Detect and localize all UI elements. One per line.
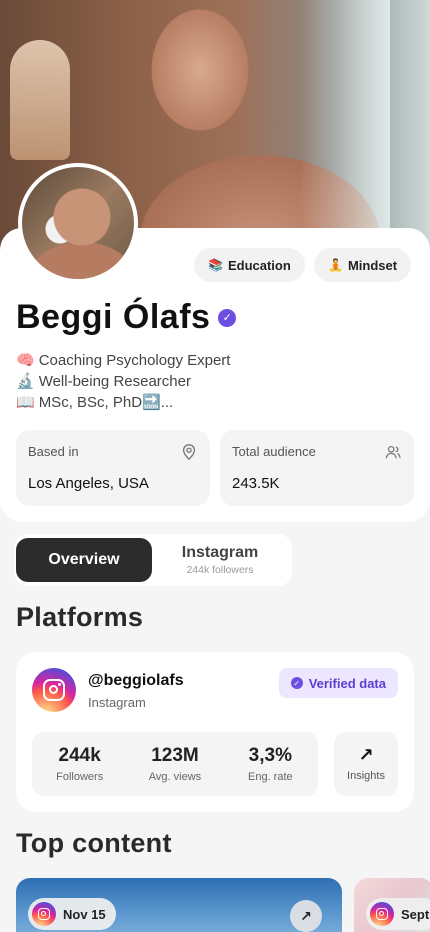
profile-name-text: Beggi Ólafs	[16, 298, 211, 336]
platform-card-instagram[interactable]: @beggiolafs Instagram ✓ Verified data 24…	[16, 652, 414, 812]
based-in-label: Based in	[28, 444, 79, 459]
chip-mindset-label: Mindset	[347, 257, 398, 273]
metric-label: Followers	[56, 771, 104, 783]
bio-text: Well-being Researcher	[38, 373, 191, 390]
instagram-icon	[32, 902, 56, 926]
microscope-icon: 🔬	[16, 373, 35, 390]
metric-value: 244k	[58, 745, 101, 766]
tab-instagram-label: Instagram	[181, 544, 259, 561]
chip-education[interactable]: 📚 Education	[194, 248, 305, 282]
books-icon: 📚	[208, 258, 223, 272]
cover-photo-window	[10, 40, 70, 160]
chip-mindset[interactable]: 🧘 Mindset	[314, 248, 412, 282]
platform-handle: @beggiolafs	[88, 672, 184, 689]
metric-eng-rate: 3,3% Eng. rate	[223, 732, 318, 796]
based-in-value: Los Angeles, USA	[28, 475, 149, 492]
cover-photo-light	[300, 0, 390, 260]
brain-icon: 🧠	[16, 352, 35, 369]
content-date-chip: Sept	[366, 898, 430, 930]
arrow-up-right-icon: ↗	[358, 745, 374, 765]
instagram-icon	[32, 668, 76, 712]
users-icon	[385, 445, 401, 459]
audience-label: Total audience	[232, 444, 316, 459]
audience-box: Total audience 243.5K	[220, 430, 414, 506]
content-date-chip: Nov 15	[28, 898, 116, 930]
insights-button[interactable]: ↗ Insights	[334, 732, 398, 796]
based-in-box: Based in Los Angeles, USA	[16, 430, 210, 506]
verified-data-badge: ✓ Verified data	[278, 668, 398, 698]
location-pin-icon	[182, 444, 196, 461]
profile-name: Beggi Ólafs ✓	[16, 298, 237, 337]
content-card[interactable]: Nov 15 ↗	[16, 878, 342, 932]
platforms-title: Platforms	[16, 602, 144, 632]
insights-label: Insights	[347, 770, 385, 782]
platform-metrics: 244k Followers 123M Avg. views 3,3% Eng.…	[32, 732, 318, 796]
metric-avg-views: 123M Avg. views	[127, 732, 222, 796]
platform-network: Instagram	[88, 695, 146, 710]
content-date: Sept	[401, 906, 430, 922]
bio-line: 🧠 Coaching Psychology Expert	[16, 350, 230, 371]
verified-check-icon: ✓	[290, 677, 303, 689]
metric-label: Eng. rate	[248, 771, 293, 783]
instagram-icon	[370, 902, 394, 926]
metric-label: Avg. views	[148, 771, 202, 783]
profile-tabs: Overview Instagram 244k followers	[14, 534, 292, 586]
book-icon: 📖	[16, 394, 35, 411]
verified-icon: ✓	[218, 308, 237, 327]
top-content-title: Top content	[16, 828, 172, 858]
avatar[interactable]	[18, 163, 138, 283]
metric-followers: 244k Followers	[32, 732, 127, 796]
tab-instagram-sub: 244k followers	[186, 564, 254, 576]
metric-value: 123M	[151, 745, 199, 766]
bio-line: 📖 MSc, BSc, PhD🔜...	[16, 392, 230, 413]
content-card[interactable]: Sept	[354, 878, 430, 932]
chip-education-label: Education	[227, 257, 291, 273]
content-date: Nov 15	[63, 906, 106, 922]
audience-value: 243.5K	[232, 475, 280, 492]
tab-instagram[interactable]: Instagram 244k followers	[164, 544, 276, 576]
bio: 🧠 Coaching Psychology Expert 🔬 Well-bein…	[16, 350, 230, 413]
metric-value: 3,3%	[248, 745, 292, 766]
bio-text: MSc, BSc, PhD🔜...	[38, 394, 174, 411]
tab-overview[interactable]: Overview	[16, 538, 152, 582]
open-content-icon[interactable]: ↗	[290, 900, 322, 932]
bio-text: Coaching Psychology Expert	[38, 352, 231, 369]
bio-line: 🔬 Well-being Researcher	[16, 371, 230, 392]
meditation-icon: 🧘	[328, 258, 343, 272]
verified-data-label: Verified data	[308, 675, 386, 691]
